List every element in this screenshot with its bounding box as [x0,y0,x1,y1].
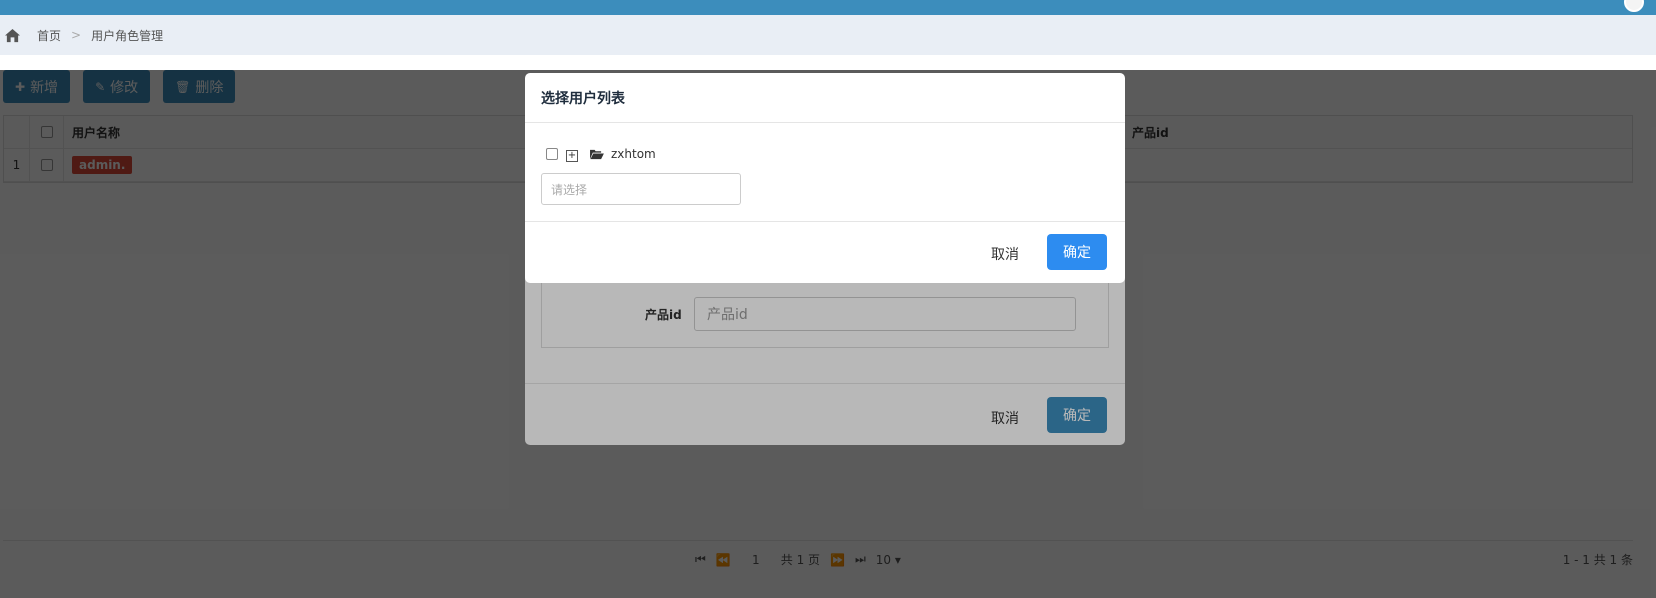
confirm-button[interactable]: 确定 [1047,234,1107,270]
tree-node-checkbox[interactable] [546,148,558,160]
breadcrumb-current: 用户角色管理 [91,28,164,43]
dialog-footer: 取消 确定 [525,222,1125,282]
user-select-input[interactable]: 请选择 [541,173,741,205]
breadcrumb-home[interactable]: 首页 [37,27,61,44]
folder-open-icon [590,149,604,160]
top-header-bar [0,0,1656,15]
select-user-dialog: 选择用户列表 + zxhtom 请选择 取消 确定 [525,73,1125,283]
user-avatar[interactable] [1624,0,1644,12]
breadcrumb-separator: > [71,28,82,42]
home-icon[interactable] [4,28,21,43]
dialog-body: + zxhtom 请选择 [525,123,1125,222]
breadcrumb: 首页 > 用户角色管理 [0,15,1656,55]
tree-expand-icon[interactable]: + [566,150,578,162]
dialog-title: 选择用户列表 [525,73,1125,123]
cancel-button[interactable]: 取消 [991,244,1019,264]
tree-node-label[interactable]: zxhtom [611,147,656,161]
tree-node[interactable]: + zxhtom [546,146,656,162]
